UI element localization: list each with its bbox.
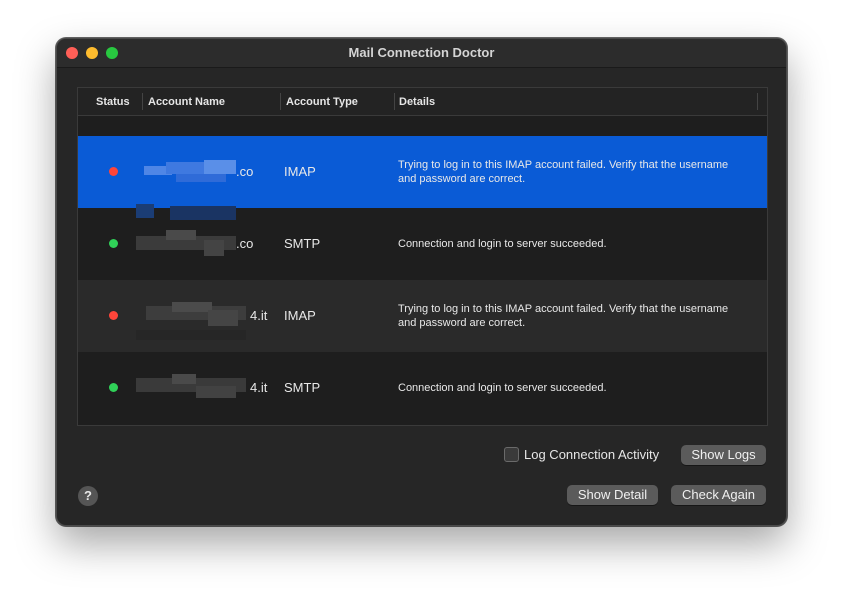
column-header-account-type[interactable]: Account Type [286, 96, 358, 108]
show-detail-button[interactable]: Show Detail [567, 485, 658, 505]
account-type: SMTP [284, 236, 321, 251]
help-button[interactable]: ? [78, 486, 98, 506]
table-row[interactable]: .co IMAP Trying to log in to this IMAP a… [78, 136, 767, 208]
accounts-table: Status Account Name Account Type Details… [77, 87, 768, 426]
table-row[interactable]: 4.it IMAP Trying to log in to this IMAP … [78, 280, 767, 352]
log-connection-activity-label[interactable]: Log Connection Activity [524, 447, 659, 462]
log-connection-activity-checkbox[interactable] [504, 447, 519, 462]
account-name-suffix: .co [236, 236, 254, 251]
column-header-status[interactable]: Status [96, 96, 130, 108]
details-text: Connection and login to server succeeded… [398, 238, 607, 250]
account-name-redacted [136, 158, 276, 188]
account-name-suffix: 4.it [250, 308, 268, 323]
table-row[interactable]: .co SMTP Connection and login to server … [78, 204, 767, 280]
column-header-details[interactable]: Details [399, 96, 435, 108]
column-divider [142, 93, 143, 110]
table-header: Status Account Name Account Type Details [78, 88, 767, 116]
title-bar: Mail Connection Doctor [57, 39, 786, 68]
details-text: Trying to log in to this IMAP account fa… [398, 159, 729, 185]
column-divider [280, 93, 281, 110]
column-divider [394, 93, 395, 110]
account-type: IMAP [284, 164, 316, 179]
details-text: Connection and login to server succeeded… [398, 382, 607, 394]
column-divider [757, 93, 758, 110]
mail-connection-doctor-window: Mail Connection Doctor Status Account Na… [56, 38, 787, 526]
account-name-redacted [136, 204, 276, 260]
check-again-button[interactable]: Check Again [671, 485, 766, 505]
column-header-account-name[interactable]: Account Name [148, 96, 225, 108]
table-row[interactable]: 4.it SMTP Connection and login to server… [78, 352, 767, 424]
account-type: IMAP [284, 308, 316, 323]
account-type: SMTP [284, 380, 321, 395]
account-name-suffix: .co [236, 164, 254, 179]
account-name-suffix: 4.it [250, 380, 268, 395]
status-ok-icon [109, 239, 118, 248]
status-error-icon [109, 311, 118, 320]
status-error-icon [109, 167, 118, 176]
status-ok-icon [109, 383, 118, 392]
show-logs-button[interactable]: Show Logs [681, 445, 766, 465]
details-text: Trying to log in to this IMAP account fa… [398, 303, 729, 329]
window-title: Mail Connection Doctor [348, 45, 495, 60]
